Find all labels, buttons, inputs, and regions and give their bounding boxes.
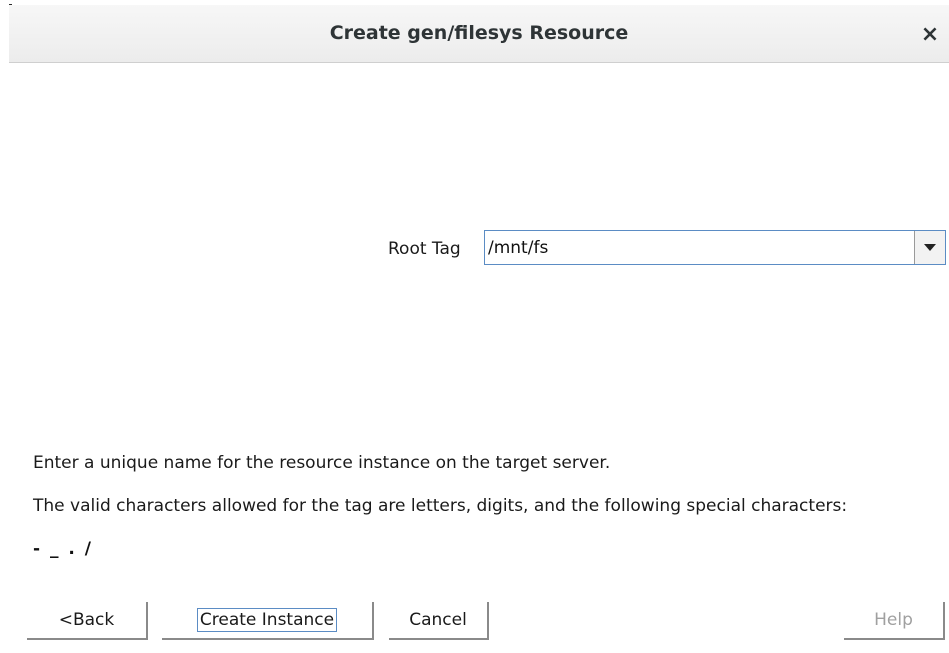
root-tag-combobox[interactable] xyxy=(484,230,946,265)
dialog-window: Create gen/filesys Resource × Root Tag E… xyxy=(0,0,949,653)
create-instance-label: Create Instance xyxy=(196,608,338,632)
root-tag-dropdown-button[interactable] xyxy=(914,231,945,264)
help-text-valid-characters: The valid characters allowed for the tag… xyxy=(33,496,848,516)
root-tag-label: Root Tag xyxy=(388,239,461,259)
dialog-title: Create gen/filesys Resource xyxy=(329,22,629,44)
close-icon[interactable]: × xyxy=(915,20,945,50)
special-characters-list: - _ . / xyxy=(33,539,93,559)
dialog-titlebar: Create gen/filesys Resource × xyxy=(9,5,949,63)
help-text-unique-name: Enter a unique name for the resource ins… xyxy=(33,453,611,473)
help-button[interactable]: Help xyxy=(844,602,945,640)
root-tag-input[interactable] xyxy=(485,231,915,264)
back-button[interactable]: <Back xyxy=(27,602,148,640)
create-instance-button[interactable]: Create Instance xyxy=(162,602,374,640)
cancel-button[interactable]: Cancel xyxy=(389,602,489,640)
chevron-down-icon xyxy=(924,244,936,251)
